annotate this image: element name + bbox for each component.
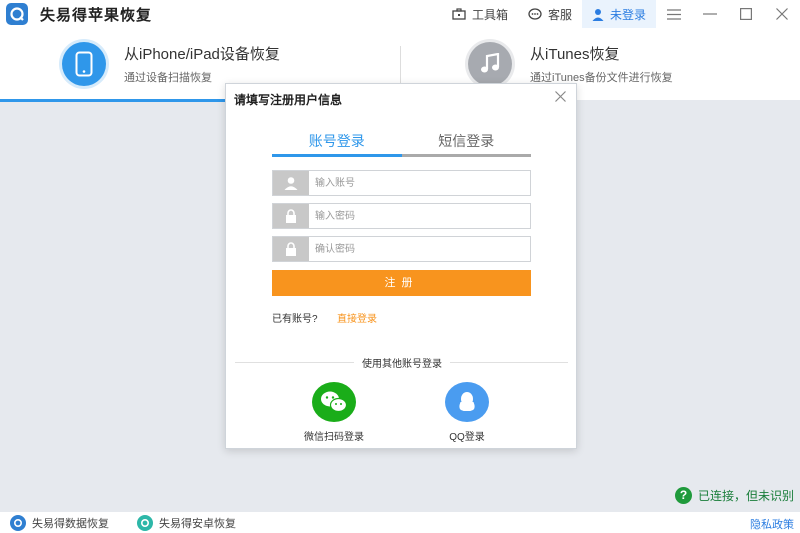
wechat-login-label: 微信扫码登录	[304, 432, 364, 443]
menu-button[interactable]	[656, 0, 692, 28]
service-button[interactable]: 客服	[518, 0, 582, 28]
service-label: 客服	[547, 7, 572, 22]
data-recovery-label: 失易得数据恢复	[32, 517, 109, 530]
dialog-close-button[interactable]	[552, 88, 568, 104]
android-recovery-link[interactable]: 失易得安卓恢复	[137, 514, 236, 531]
close-icon	[554, 90, 566, 102]
wechat-login-button[interactable]: 微信扫码登录	[294, 382, 374, 443]
close-icon	[776, 8, 788, 20]
register-dialog: 请填写注册用户信息 账号登录 短信登录 注册 已有账号? 直接登录 使用其他账号…	[225, 83, 577, 449]
qq-penguin-icon	[445, 382, 489, 422]
qq-login-label: QQ登录	[449, 432, 485, 443]
password-input[interactable]	[315, 205, 530, 227]
maximize-icon	[740, 8, 752, 20]
app-logo-icon	[6, 3, 28, 25]
account-input[interactable]	[315, 172, 530, 194]
toolbox-label: 工具箱	[471, 7, 508, 22]
account-field	[272, 170, 531, 196]
user-icon	[592, 8, 604, 21]
mode-itunes-title: 从iTunes恢复	[530, 46, 620, 63]
tab-account-login[interactable]: 账号登录	[272, 130, 402, 157]
qq-login-button[interactable]: QQ登录	[427, 382, 507, 443]
music-note-icon	[468, 42, 512, 86]
android-recovery-label: 失易得安卓恢复	[159, 517, 236, 530]
mode-device-recovery[interactable]: 从iPhone/iPad设备恢复 通过设备扫描恢复	[62, 42, 280, 86]
register-button[interactable]: 注册	[272, 270, 531, 296]
connection-status: ? 已连接，但未识别	[674, 487, 794, 504]
app-title: 失易得苹果恢复	[40, 6, 153, 24]
maximize-button[interactable]	[728, 0, 764, 28]
user-icon	[273, 171, 309, 195]
phone-icon	[62, 42, 106, 86]
data-recovery-link[interactable]: 失易得数据恢复	[10, 514, 109, 531]
menu-icon	[667, 8, 681, 20]
toolbox-button[interactable]: 工具箱	[442, 0, 518, 28]
direct-login-link[interactable]: 直接登录	[337, 310, 377, 325]
other-login-label: 使用其他账号登录	[354, 359, 450, 370]
have-account-text: 已有账号?	[272, 314, 318, 325]
mode-itunes-recovery[interactable]: 从iTunes恢复 通过iTunes备份文件进行恢复	[468, 42, 673, 86]
minimize-button[interactable]	[692, 0, 728, 28]
wechat-icon	[312, 382, 356, 422]
privacy-policy-link[interactable]: 隐私政策	[750, 516, 794, 532]
dialog-title: 请填写注册用户信息	[234, 93, 343, 107]
lock-icon	[273, 237, 309, 261]
minimize-icon	[703, 13, 717, 15]
data-recovery-icon	[10, 514, 26, 531]
confirm-password-input[interactable]	[315, 238, 530, 260]
toolbox-icon	[452, 8, 466, 20]
lock-icon	[273, 204, 309, 228]
connection-status-text: 已连接，但未识别	[697, 489, 794, 503]
login-button[interactable]: 未登录	[581, 0, 656, 28]
android-recovery-icon	[137, 514, 153, 531]
mode-divider	[400, 46, 401, 84]
question-mark-icon[interactable]: ?	[674, 487, 692, 504]
close-button[interactable]	[764, 0, 800, 28]
password-field	[272, 203, 531, 229]
confirm-password-field	[272, 236, 531, 262]
tab-sms-login[interactable]: 短信登录	[401, 130, 531, 157]
mode-device-title: 从iPhone/iPad设备恢复	[124, 46, 280, 63]
login-tabs: 账号登录 短信登录	[272, 130, 531, 157]
title-bar: 失易得苹果恢复 工具箱 客服 未登录	[0, 0, 800, 28]
login-label: 未登录	[609, 7, 646, 22]
chat-bubble-icon	[528, 7, 542, 20]
bottom-bar: 失易得数据恢复 失易得安卓恢复 隐私政策	[0, 512, 800, 533]
